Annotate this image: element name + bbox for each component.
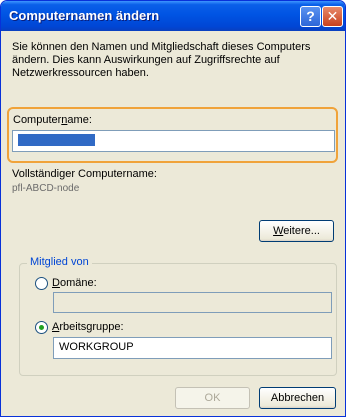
member-group-legend: Mitglied von (27, 256, 92, 268)
full-name-label: Vollständiger Computername: (12, 168, 157, 180)
close-icon: ✕ (326, 8, 339, 24)
intro-text: Sie können den Namen und Mitgliedschaft … (12, 41, 311, 79)
close-button[interactable]: ✕ (322, 6, 343, 27)
window-title: Computernamen ändern (9, 8, 160, 23)
title-bar[interactable]: Computernamen ändern ? ✕ (1, 1, 345, 31)
workgroup-label: Arbeitsgruppe: (52, 321, 124, 333)
domain-label: Domäne: (52, 277, 97, 289)
computer-name-label: Computername: (13, 114, 92, 126)
workgroup-radio[interactable] (35, 321, 48, 334)
computer-name-input[interactable]: XXXXXXXXXX (12, 130, 335, 152)
domain-radio[interactable] (35, 277, 48, 290)
cancel-button[interactable]: Abbrechen (259, 387, 336, 409)
domain-input[interactable] (53, 292, 332, 313)
more-button[interactable]: Weitere... (259, 220, 334, 242)
question-mark-icon: ? (306, 8, 315, 24)
ok-button[interactable]: OK (175, 387, 250, 409)
workgroup-input[interactable]: WORKGROUP (53, 337, 332, 359)
selected-computer-name: XXXXXXXXXX (18, 134, 96, 146)
dialog-window: Computernamen ändern ? ✕ Sie können den … (0, 0, 346, 417)
full-name-value: pfl-ABCD-node (12, 183, 80, 194)
help-button[interactable]: ? (300, 6, 321, 27)
